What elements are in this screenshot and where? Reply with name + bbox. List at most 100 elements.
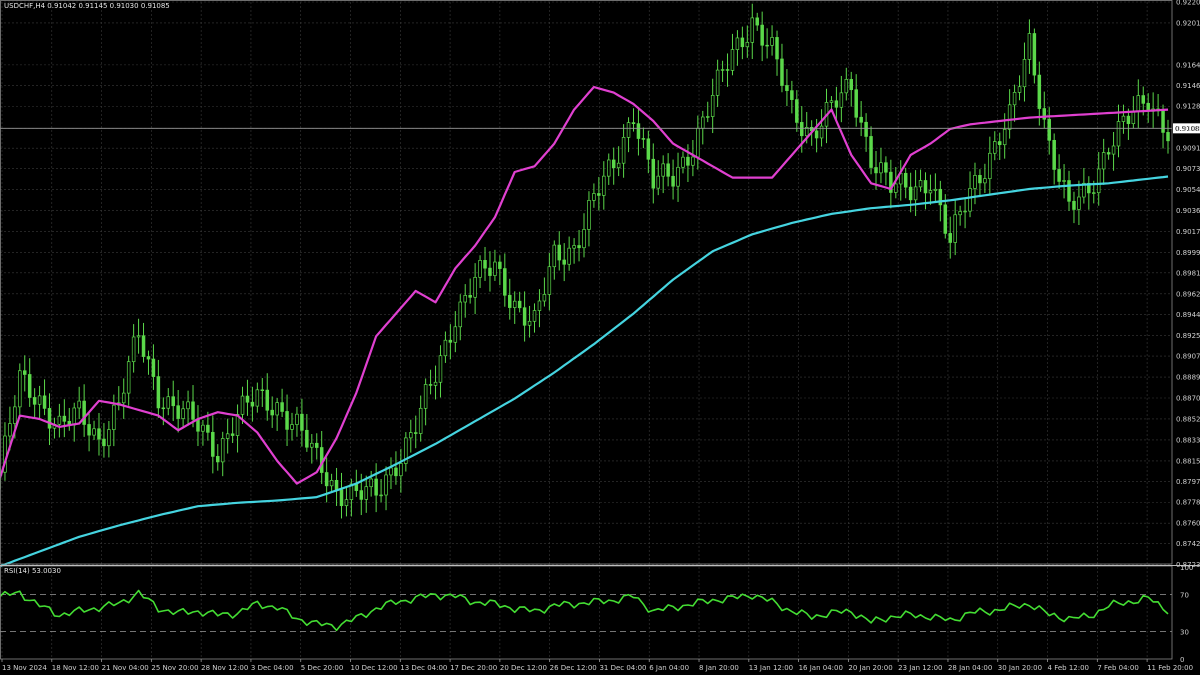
candle-body: [587, 200, 591, 230]
candle-body: [958, 211, 962, 216]
rsi-tick-label: 0: [1180, 656, 1184, 664]
candle-body: [839, 92, 844, 108]
candle-body: [186, 401, 190, 410]
x-tick-label: 13 Dec 04:00: [400, 664, 447, 672]
candle-body: [770, 37, 774, 46]
y-tick-label: 0.88520: [1176, 415, 1200, 423]
candle-body: [42, 395, 47, 409]
candle-body: [1092, 192, 1096, 194]
candle-body: [265, 389, 270, 411]
candle-body: [864, 121, 868, 137]
candle-body: [1072, 200, 1076, 210]
candle-body: [928, 190, 933, 194]
candle-body: [92, 428, 96, 436]
rsi-tick-label: 100: [1180, 564, 1193, 572]
candle-body: [37, 395, 42, 405]
candle-body: [399, 463, 403, 477]
candle-body: [418, 407, 423, 434]
candle-body: [433, 381, 438, 386]
x-tick-label: 10 Dec 12:00: [351, 664, 398, 672]
candle-body: [230, 433, 235, 436]
candle-body: [458, 301, 463, 328]
candle-body: [577, 245, 581, 249]
candle-body: [542, 294, 547, 302]
candle-body: [478, 260, 482, 278]
x-tick-label: 31 Dec 04:00: [599, 664, 646, 672]
y-tick-label: 0.88705: [1176, 395, 1200, 403]
candle-body: [686, 156, 690, 166]
y-tick-label: 0.89810: [1176, 269, 1200, 277]
candle-body: [829, 100, 834, 103]
x-tick-label: 23 Jan 12:00: [898, 664, 942, 672]
candle-body: [1032, 33, 1037, 76]
candle-body: [1027, 33, 1032, 60]
candle-body: [364, 486, 368, 500]
candle-body: [245, 395, 250, 403]
candle-body: [572, 245, 576, 249]
candle-body: [443, 339, 448, 357]
candle-body: [324, 472, 329, 487]
candle-body: [151, 358, 156, 377]
candle-body: [136, 335, 141, 338]
candle-body: [191, 401, 195, 420]
candle-body: [305, 429, 309, 448]
candle-body: [1022, 59, 1027, 88]
x-tick-label: 18 Nov 12:00: [52, 664, 99, 672]
candle-body: [1136, 95, 1141, 113]
candle-body: [775, 37, 779, 60]
candle-body: [463, 295, 467, 303]
candle-body: [676, 166, 680, 187]
candle-body: [730, 49, 735, 71]
candle-body: [468, 295, 472, 298]
candle-body: [270, 409, 274, 416]
x-tick-label: 20 Jan 20:00: [848, 664, 892, 672]
candle-body: [874, 167, 878, 174]
candle-body: [701, 116, 705, 129]
candle-body: [973, 175, 977, 189]
candle-body: [800, 122, 804, 137]
y-tick-label: 0.89990: [1176, 249, 1200, 257]
candle-body: [32, 397, 37, 405]
candle-body: [537, 300, 542, 311]
candle-body: [859, 116, 863, 123]
y-tick-label: 0.87420: [1176, 540, 1200, 548]
candle-body: [82, 400, 86, 425]
candle-body: [493, 261, 497, 276]
candle-body: [220, 438, 225, 463]
candle-body: [988, 152, 992, 179]
candle-body: [453, 326, 458, 343]
candle-body: [745, 41, 750, 48]
x-tick-label: 25 Nov 20:00: [151, 664, 198, 672]
y-tick-label: 0.87970: [1176, 478, 1200, 486]
trading-chart[interactable]: 0.91085 0.92200 0.92015 0.91645 0.91465 0.91…: [0, 0, 1200, 675]
y-tick-label: 0.88150: [1176, 457, 1200, 465]
candle-body: [597, 193, 601, 196]
candle-body: [547, 266, 552, 295]
candle-body: [1126, 115, 1131, 125]
candle-body: [552, 244, 557, 268]
candle-body: [720, 69, 725, 71]
candle-body: [631, 122, 636, 125]
candle-body: [641, 138, 646, 140]
candle-body: [126, 361, 131, 394]
y-tick-label: 0.87785: [1176, 499, 1200, 507]
candle-body: [285, 411, 289, 430]
candle-body: [1121, 115, 1126, 122]
candle-body: [651, 158, 656, 189]
rsi-label: RSI(14) 53.0030: [4, 567, 61, 575]
candle-body: [1007, 104, 1012, 130]
candle-body: [750, 17, 755, 43]
candle-body: [389, 467, 393, 476]
candle-body: [780, 58, 784, 86]
candle-body: [250, 401, 255, 407]
candle-body: [512, 300, 517, 308]
candle-body: [1131, 111, 1136, 125]
x-tick-label: 3 Dec 04:00: [251, 664, 294, 672]
candle-body: [517, 300, 522, 309]
candle-body: [933, 188, 938, 191]
x-tick-label: 20 Dec 12:00: [500, 664, 547, 672]
candle-body: [532, 310, 537, 322]
candle-body: [606, 159, 611, 177]
y-tick-label: 0.90175: [1176, 228, 1200, 236]
candle-body: [1047, 118, 1051, 141]
